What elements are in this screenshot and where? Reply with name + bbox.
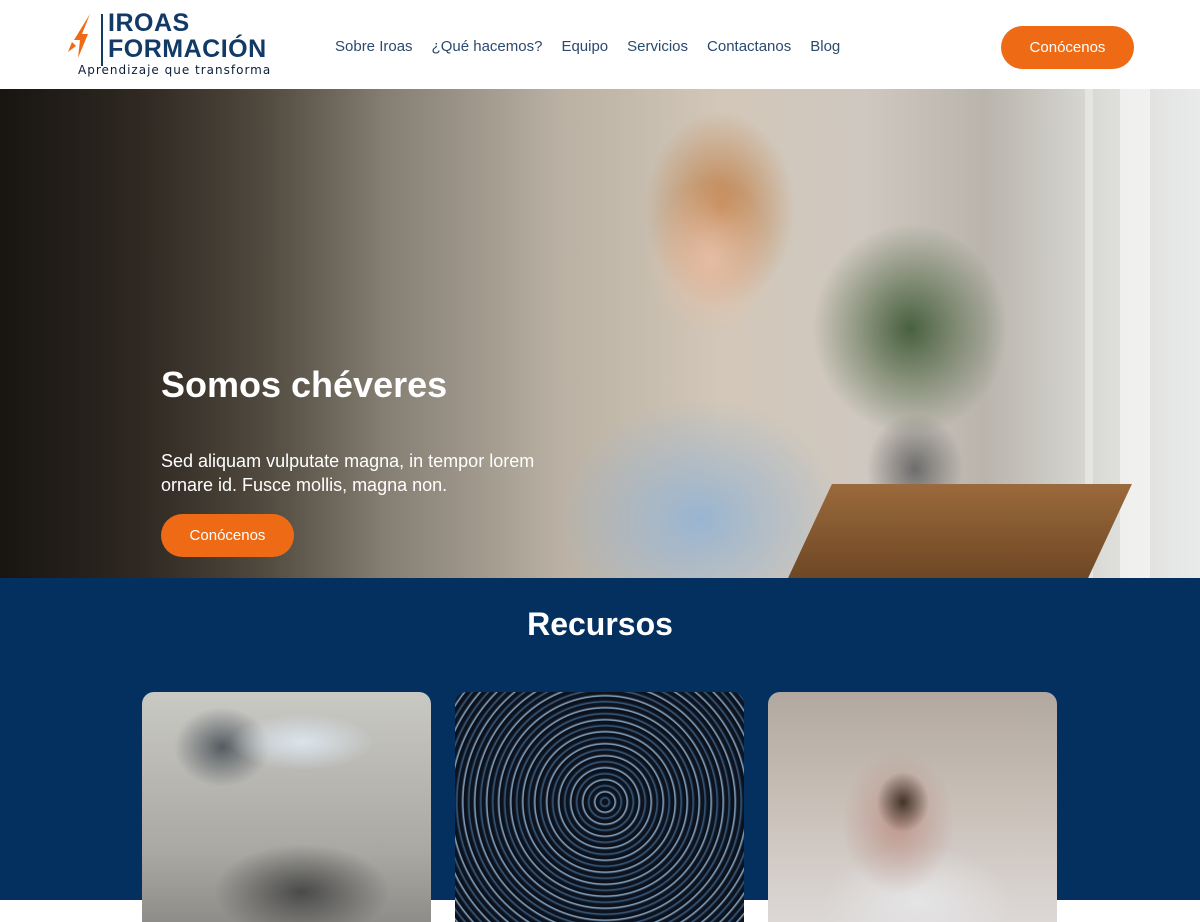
- resource-card-star-trails[interactable]: [455, 692, 744, 922]
- nav-link-sobre-iroas[interactable]: Sobre Iroas: [335, 38, 413, 56]
- brand-tagline: Aprendizaje que transforma: [78, 63, 272, 77]
- hero-cta-button[interactable]: Conócenos: [161, 514, 294, 557]
- rocket-icon: [68, 14, 90, 58]
- nav-link-servicios[interactable]: Servicios: [627, 38, 688, 56]
- section-title: Recursos: [527, 606, 673, 642]
- brand-logo[interactable]: IROAS FORMACIÓN Aprendizaje que transfor…: [68, 8, 278, 82]
- brand-name-line1: IROAS: [108, 9, 190, 37]
- hero-description: Sed aliquam vulputate magna, in tempor l…: [161, 451, 535, 495]
- main-nav: Sobre Iroas ¿Qué hacemos? Equipo Servici…: [335, 38, 859, 56]
- resource-card-pug[interactable]: [768, 692, 1057, 922]
- header-cta-button[interactable]: Conócenos: [1001, 26, 1134, 69]
- resources-section: Recursos: [0, 578, 1200, 922]
- resource-card-blurred-abstract[interactable]: [142, 692, 431, 922]
- wooden-counter: [788, 484, 1132, 578]
- hero-title: Somos chéveres: [161, 364, 448, 405]
- window-frame: [1120, 89, 1150, 578]
- nav-link-blog[interactable]: Blog: [810, 38, 840, 56]
- nav-link-equipo[interactable]: Equipo: [561, 38, 608, 56]
- hero-background-image: [0, 89, 1200, 578]
- brand-name-line2: FORMACIÓN: [108, 35, 267, 63]
- nav-link-contactanos[interactable]: Contactanos: [707, 38, 791, 56]
- nav-link-que-hacemos[interactable]: ¿Qué hacemos?: [432, 38, 543, 56]
- hero-section: Somos chéveres Sed aliquam vulputate mag…: [0, 89, 1200, 578]
- logo-divider: [101, 14, 103, 66]
- site-header: IROAS FORMACIÓN Aprendizaje que transfor…: [0, 0, 1200, 89]
